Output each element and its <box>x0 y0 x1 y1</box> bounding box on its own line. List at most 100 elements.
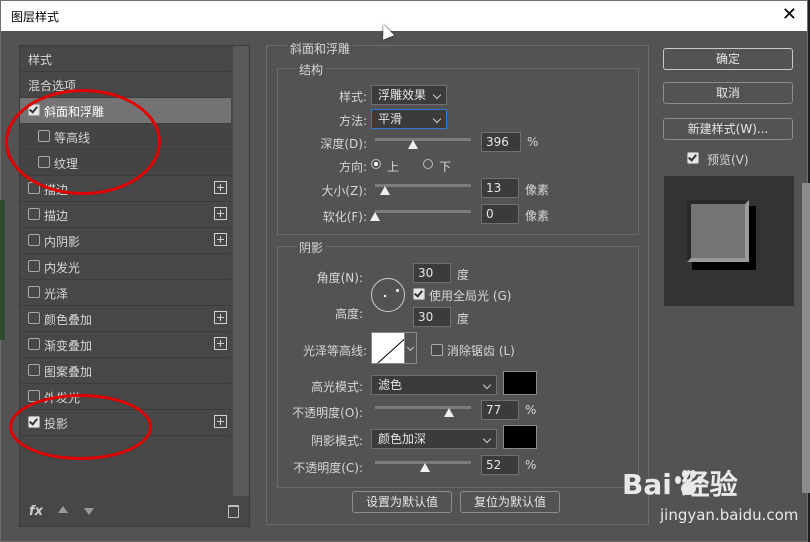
size-input[interactable]: 13 <box>481 178 519 198</box>
highlight-color-swatch[interactable] <box>503 371 537 395</box>
preview-label: 预览(V) <box>707 153 749 167</box>
style-item[interactable]: 渐变叠加 <box>20 332 231 358</box>
direction-label: 方向: <box>338 160 367 174</box>
ok-button[interactable]: 确定 <box>663 48 793 70</box>
add-effect-icon[interactable] <box>214 311 227 324</box>
watermark-url: jingyan.baidu.com <box>660 506 799 524</box>
soften-slider-thumb[interactable] <box>370 212 380 221</box>
move-up-icon[interactable] <box>58 506 68 513</box>
soften-unit: 像素 <box>525 209 550 223</box>
technique-dropdown[interactable]: 平滑 <box>371 109 447 129</box>
annotation-circle <box>9 394 152 460</box>
style-item[interactable]: 光泽 <box>20 280 231 306</box>
make-default-button[interactable]: 设置为默认值 <box>352 491 452 513</box>
style-item-label: 内发光 <box>44 261 81 275</box>
style-item[interactable]: 内阴影 <box>20 228 231 254</box>
reset-default-button[interactable]: 复位为默认值 <box>460 491 560 513</box>
direction-down-label: 下 <box>439 160 452 174</box>
title-bar: 图层样式 ✕ <box>1 1 807 31</box>
bevel-title: 斜面和浮雕 <box>287 40 354 57</box>
gloss-contour-dropdown-icon[interactable] <box>405 332 417 364</box>
shadow-opacity-input[interactable]: 52 <box>481 455 519 475</box>
depth-unit: % <box>527 135 539 149</box>
add-effect-icon[interactable] <box>214 233 227 246</box>
style-item-checkbox[interactable] <box>28 208 40 220</box>
direction-down-radio[interactable] <box>423 159 433 169</box>
style-item[interactable]: 颜色叠加 <box>20 306 231 332</box>
angle-input[interactable]: 30 <box>413 263 451 283</box>
add-effect-icon[interactable] <box>214 337 227 350</box>
global-light-checkbox[interactable] <box>413 288 425 300</box>
highlight-opacity-label: 不透明度(O): <box>292 406 363 420</box>
angle-label: 角度(N): <box>316 271 363 285</box>
window-title: 图层样式 <box>11 10 60 24</box>
technique-label: 方法: <box>338 114 367 128</box>
antialias-checkbox[interactable] <box>431 344 443 356</box>
shadow-mode-label: 阴影模式: <box>310 434 363 448</box>
global-light-label: 使用全局光 (G) <box>429 289 512 303</box>
shadow-mode-dropdown[interactable]: 颜色加深 <box>371 429 497 449</box>
shadow-opacity-label: 不透明度(C): <box>293 461 363 475</box>
style-item-checkbox[interactable] <box>28 260 40 272</box>
depth-label: 深度(D): <box>320 137 367 151</box>
annotation-circle <box>5 89 161 195</box>
soften-slider[interactable] <box>375 210 471 213</box>
size-slider-thumb[interactable] <box>379 186 390 195</box>
close-icon[interactable]: ✕ <box>782 4 797 25</box>
trash-icon[interactable] <box>228 505 239 518</box>
shadow-opacity-slider-thumb[interactable] <box>419 463 430 472</box>
styles-list-footer: fx <box>20 498 249 526</box>
highlight-opacity-slider-thumb[interactable] <box>443 408 454 417</box>
altitude-unit: 度 <box>457 312 470 326</box>
style-item-checkbox[interactable] <box>28 312 40 324</box>
preview-box <box>687 200 749 262</box>
depth-slider-thumb[interactable] <box>408 140 419 149</box>
depth-slider[interactable] <box>375 138 471 141</box>
style-item[interactable]: 描边 <box>20 202 231 228</box>
add-effect-icon[interactable] <box>214 415 227 428</box>
style-item-checkbox[interactable] <box>28 364 40 376</box>
style-item-checkbox[interactable] <box>28 338 40 350</box>
styles-list-scrollbar[interactable] <box>233 46 249 496</box>
altitude-label: 高度: <box>334 307 363 321</box>
style-item-label: 内阴影 <box>44 235 81 249</box>
altitude-input[interactable]: 30 <box>413 307 451 327</box>
style-item-label: 图案叠加 <box>44 365 93 379</box>
shadow-opacity-unit: % <box>525 458 537 472</box>
structure-title: 结构 <box>296 61 327 78</box>
direction-up-radio[interactable] <box>371 159 381 169</box>
angle-dial[interactable] <box>371 278 405 312</box>
shadow-color-swatch[interactable] <box>503 425 537 449</box>
style-item-checkbox[interactable] <box>28 286 40 298</box>
style-preview-thumbnail <box>664 176 794 306</box>
highlight-opacity-input[interactable]: 77 <box>481 400 519 420</box>
add-effect-icon[interactable] <box>214 207 227 220</box>
layer-style-dialog: 图层样式 ✕ 样式 混合选项 斜面和浮雕 等高线 纹理 描边 描边 内阴影 内发光 光泽 颜色叠… <box>0 0 808 542</box>
angle-unit: 度 <box>457 268 470 282</box>
styles-header[interactable]: 样式 <box>20 46 231 72</box>
highlight-mode-dropdown[interactable]: 滤色 <box>371 375 497 395</box>
direction-up-label: 上 <box>387 160 400 174</box>
new-style-button[interactable]: 新建样式(W)... <box>663 118 793 140</box>
bevel-emboss-panel: 斜面和浮雕 结构 样式: 浮雕效果 方法: 平滑 深度(D): 396 % 方向… <box>266 40 649 525</box>
style-item-checkbox[interactable] <box>28 234 40 246</box>
fx-icon[interactable]: fx <box>29 504 43 519</box>
add-effect-icon[interactable] <box>214 181 227 194</box>
gloss-contour-picker[interactable] <box>371 332 405 364</box>
soften-label: 软化(F): <box>322 210 367 224</box>
size-label: 大小(Z): <box>321 184 367 198</box>
cancel-button[interactable]: 取消 <box>663 82 793 104</box>
highlight-opacity-slider[interactable] <box>375 406 471 409</box>
depth-input[interactable]: 396 <box>481 132 521 152</box>
gloss-contour-label: 光泽等高线: <box>302 344 367 358</box>
size-unit: 像素 <box>525 183 550 197</box>
style-item[interactable]: 内发光 <box>20 254 231 280</box>
style-dropdown[interactable]: 浮雕效果 <box>371 85 447 105</box>
watermark-brand: Bai 经验 <box>622 468 738 501</box>
preview-checkbox[interactable] <box>687 152 699 164</box>
soften-input[interactable]: 0 <box>481 204 519 224</box>
highlight-mode-label: 高光模式: <box>310 380 363 394</box>
style-item-label: 描边 <box>44 209 69 223</box>
style-item[interactable]: 图案叠加 <box>20 358 231 384</box>
move-down-icon[interactable] <box>84 508 94 515</box>
